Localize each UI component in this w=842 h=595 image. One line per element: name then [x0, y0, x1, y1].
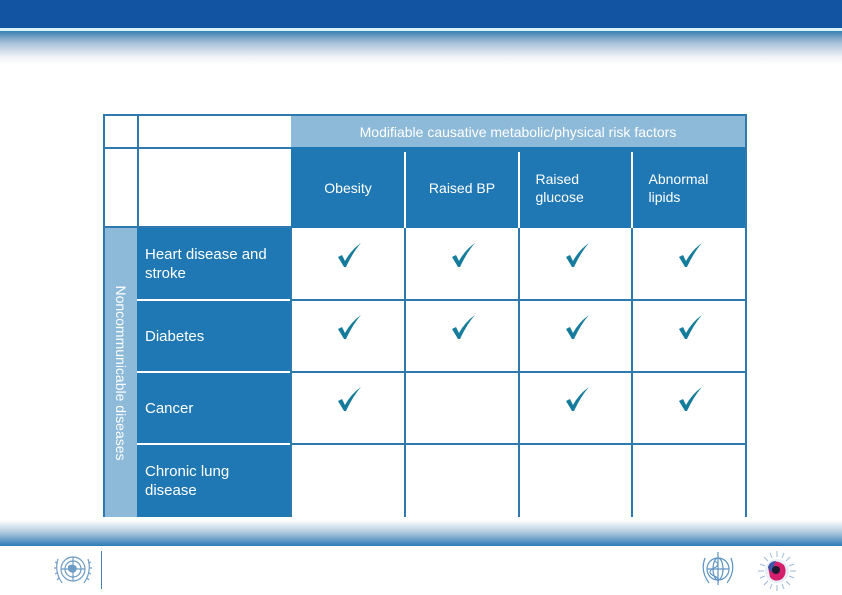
column-header-text: Raised glucose [535, 170, 584, 205]
column-header-text: Obesity [324, 179, 372, 196]
column-header-obesity: Obesity [291, 147, 405, 228]
column-header-raised-bp: Raised BP [405, 147, 519, 228]
risk-factor-table: Modifiable causative metabolic/physical … [103, 114, 747, 517]
table-cell [519, 300, 632, 372]
row-label-chronic-lung-disease: Chronic lung disease [145, 444, 291, 517]
header-divider [518, 152, 520, 228]
check-icon [678, 387, 702, 411]
column-header-text: Abnormal lipids [648, 170, 709, 205]
table-cell [405, 372, 519, 444]
grid-line [291, 299, 745, 301]
check-icon [678, 243, 702, 267]
row-divider [137, 443, 291, 445]
table-cell [519, 228, 632, 300]
group-header-text: Modifiable causative metabolic/physical … [359, 123, 677, 140]
row-divider [137, 371, 291, 373]
side-label-cell: Noncommunicable diseases [105, 228, 137, 517]
corner-cell-b [139, 116, 291, 147]
grid-line [105, 226, 291, 228]
table-cell [291, 300, 405, 372]
check-icon [452, 243, 475, 267]
row-label-text: Cancer [145, 399, 194, 417]
check-icon [565, 315, 589, 339]
table-cell [632, 444, 745, 517]
column-header-text: Raised BP [428, 179, 496, 196]
check-icon [452, 315, 475, 339]
table-cell [519, 444, 632, 517]
check-icon [565, 243, 589, 267]
header-band [0, 0, 842, 28]
grid-line [291, 443, 745, 445]
grid-line [137, 116, 139, 228]
table-cell [291, 444, 405, 517]
row-label-heart-disease-and-stroke: Heart disease and stroke [145, 228, 291, 300]
table-cell [519, 372, 632, 444]
un-emblem-logo [54, 556, 92, 584]
header-divider [631, 152, 633, 228]
table-cell [291, 372, 405, 444]
iarc-logo [758, 551, 796, 591]
row-label-text: Diabetes [145, 327, 205, 345]
footer-gradient [0, 520, 842, 546]
table-cell [632, 372, 745, 444]
row-label-cancer: Cancer [145, 372, 291, 444]
footer-divider [101, 551, 102, 589]
row-label-text: Heart disease and stroke [145, 246, 267, 282]
table-cell [405, 444, 519, 517]
row-label-diabetes: Diabetes [145, 300, 291, 372]
group-header: Modifiable causative metabolic/physical … [291, 116, 745, 147]
grid-line [291, 371, 745, 373]
column-header-raised-glucose: Raised glucose [519, 147, 632, 228]
check-icon [338, 387, 361, 411]
header-divider [404, 152, 406, 228]
corner-cell-c [105, 149, 137, 228]
check-icon [678, 315, 702, 339]
check-icon [338, 315, 361, 339]
who-emblem-logo [702, 552, 734, 585]
column-header-abnormal-lipids: Abnormal lipids [632, 147, 745, 228]
corner-cell-d [139, 149, 291, 228]
table-cell [405, 300, 519, 372]
side-label-text: Noncommunicable diseases [113, 284, 129, 461]
grid-line [105, 147, 291, 149]
table-cell [291, 228, 405, 300]
corner-cell-a [105, 116, 137, 147]
row-divider [137, 299, 291, 301]
row-label-text: Chronic lung disease [145, 462, 230, 499]
header-gradient [0, 31, 842, 65]
check-icon [565, 387, 589, 411]
check-icon [338, 243, 361, 267]
table-cell [632, 228, 745, 300]
table-cell [405, 228, 519, 300]
table-cell [632, 300, 745, 372]
